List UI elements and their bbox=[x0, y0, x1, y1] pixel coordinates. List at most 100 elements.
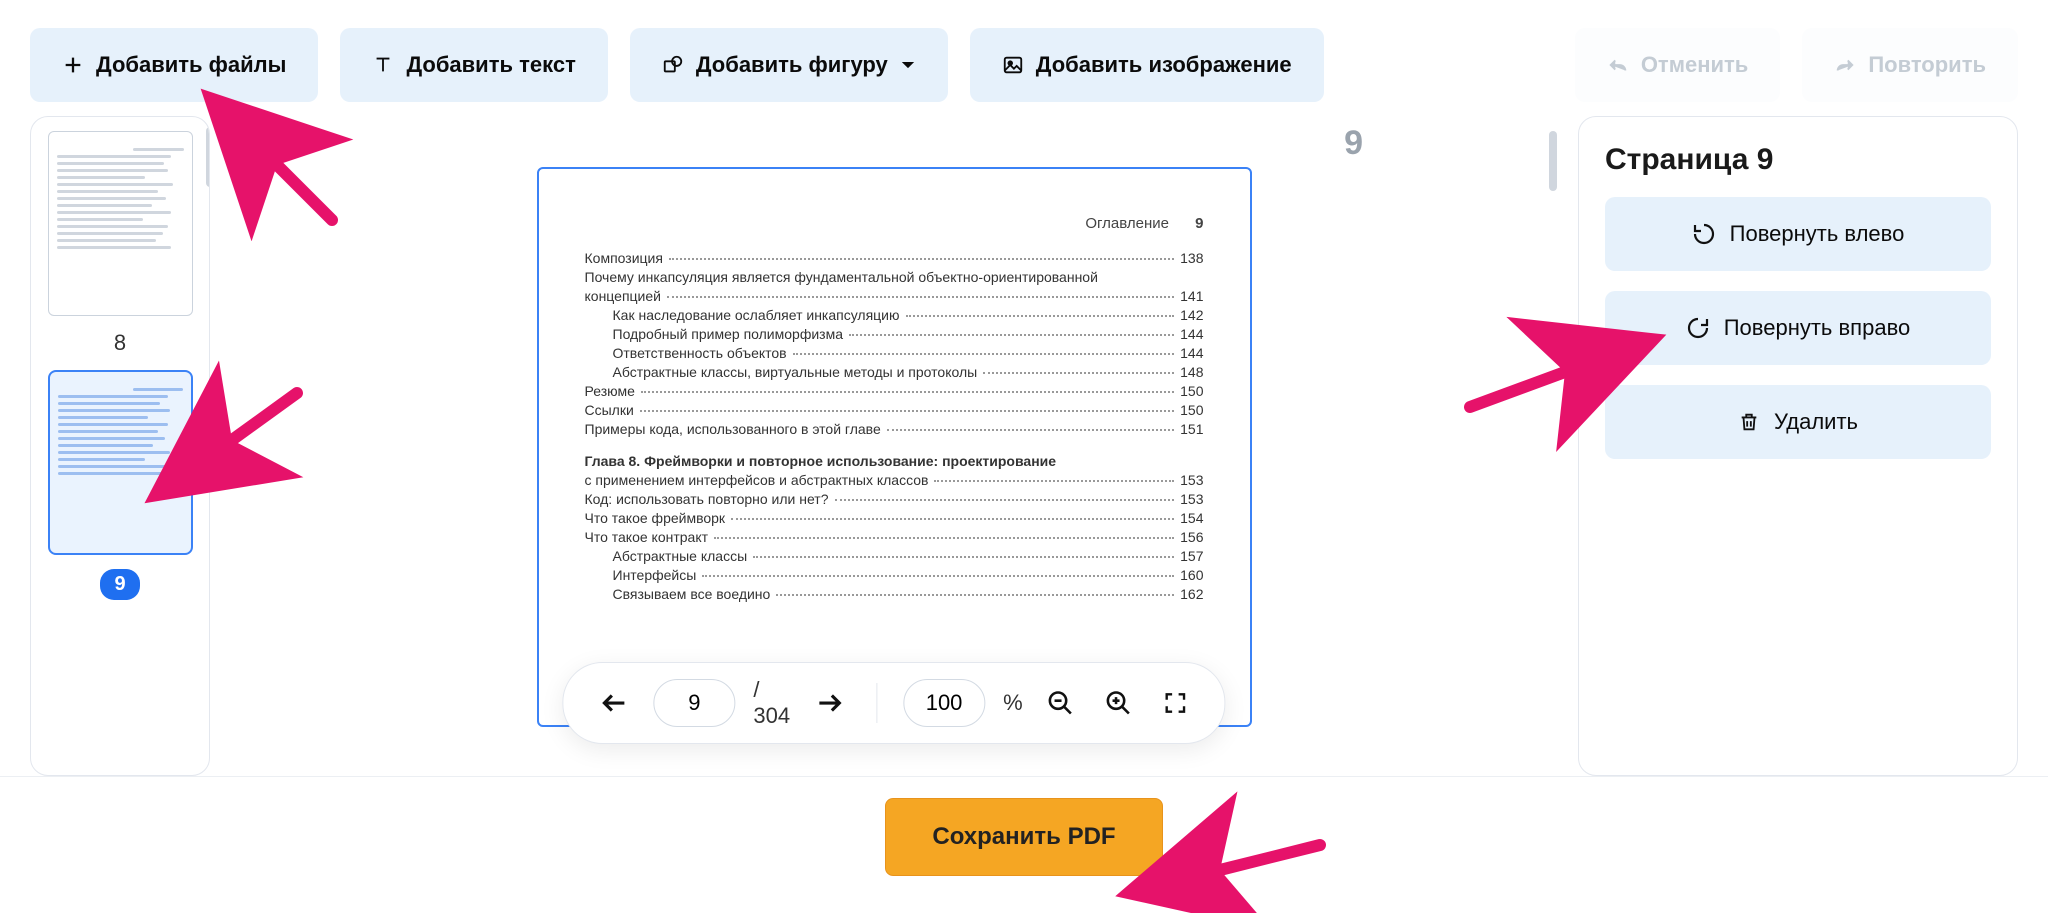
toc-row: Как наследование ослабляет инкапсуляцию1… bbox=[585, 307, 1204, 323]
zoom-out-button[interactable] bbox=[1041, 683, 1081, 723]
toc-title: Примеры кода, использованного в этой гла… bbox=[585, 421, 883, 437]
toc-row: концепцией 141 bbox=[585, 288, 1204, 304]
toc-row: Резюме 150 bbox=[585, 383, 1204, 399]
chapter-sub-row: с применением интерфейсов и абстрактных … bbox=[585, 472, 1204, 488]
thumbnails-panel: 8 9 bbox=[30, 116, 210, 776]
toc-page: 153 bbox=[1178, 491, 1203, 507]
divider bbox=[876, 683, 877, 723]
next-page-button[interactable] bbox=[808, 682, 850, 724]
toc-row: Код: использовать повторно или нет? 153 bbox=[585, 491, 1204, 507]
rotate-left-button[interactable]: Повернуть влево bbox=[1605, 197, 1991, 271]
thumbnail-9-number: 9 bbox=[100, 569, 139, 600]
rotate-right-button[interactable]: Повернуть вправо bbox=[1605, 291, 1991, 365]
save-pdf-button[interactable]: Сохранить PDF bbox=[885, 798, 1162, 876]
main: 8 9 9 Оглавление 9 Композиция 138 Почему и… bbox=[0, 116, 2048, 776]
toc-title: концепцией bbox=[585, 288, 663, 304]
add-image-button[interactable]: Добавить изображение bbox=[970, 28, 1324, 102]
page-header: Оглавление 9 bbox=[585, 215, 1204, 232]
chapter-sub: с применением интерфейсов и абстрактных … bbox=[585, 472, 931, 488]
toc-page: 150 bbox=[1178, 383, 1203, 399]
redo-button[interactable]: Повторить bbox=[1802, 28, 2018, 102]
fullscreen-button[interactable] bbox=[1157, 684, 1195, 722]
thumbnail-page-8[interactable] bbox=[48, 131, 193, 316]
toc-title: Связываем все воедино bbox=[613, 586, 773, 602]
scrollbar[interactable] bbox=[1549, 131, 1557, 191]
toc-row: Что такое фреймворк154 bbox=[585, 510, 1204, 526]
page-header-num: 9 bbox=[1195, 215, 1203, 232]
toc-title: Ссылки bbox=[585, 402, 636, 418]
page-actions-panel: Страница 9 Повернуть влево Повернуть впр… bbox=[1578, 116, 2018, 776]
page-total: / 304 bbox=[753, 677, 790, 729]
trash-icon bbox=[1738, 411, 1760, 433]
arrow-left-icon bbox=[599, 688, 629, 718]
delete-label: Удалить bbox=[1774, 409, 1858, 435]
toc-page: 148 bbox=[1178, 364, 1203, 380]
prev-page-button[interactable] bbox=[593, 682, 635, 724]
zoom-out-icon bbox=[1047, 689, 1075, 717]
zoom-in-icon bbox=[1105, 689, 1133, 717]
page-input[interactable] bbox=[653, 679, 735, 727]
fullscreen-icon bbox=[1163, 690, 1189, 716]
add-image-label: Добавить изображение bbox=[1036, 52, 1292, 78]
redo-label: Повторить bbox=[1868, 52, 1986, 78]
image-icon bbox=[1002, 54, 1024, 76]
rotate-right-icon bbox=[1686, 316, 1710, 340]
delete-button[interactable]: Удалить bbox=[1605, 385, 1991, 459]
add-shape-button[interactable]: Добавить фигуру bbox=[630, 28, 948, 102]
toc-page: 138 bbox=[1178, 250, 1203, 266]
toc-title: Ответственность объектов bbox=[613, 345, 789, 361]
toc-row: Почему инкапсуляция является фундаментал… bbox=[585, 269, 1204, 285]
thumbnail-page-9[interactable] bbox=[48, 370, 193, 555]
toc-page: 144 bbox=[1178, 326, 1203, 342]
side-title: Страница 9 bbox=[1605, 143, 1991, 177]
toc-page: 162 bbox=[1178, 586, 1203, 602]
chapter-title: Глава 8. Фреймворки и повторное использо… bbox=[585, 453, 1059, 469]
undo-button[interactable]: Отменить bbox=[1575, 28, 1781, 102]
chapter-row: Глава 8. Фреймворки и повторное использо… bbox=[585, 453, 1204, 469]
page-controls: / 304 % bbox=[562, 662, 1225, 744]
thumbnail-8-number: 8 bbox=[114, 330, 126, 356]
page-canvas[interactable]: Оглавление 9 Композиция 138 Почему инкапсу… bbox=[537, 167, 1252, 727]
plus-icon bbox=[62, 54, 84, 76]
toc-page: 157 bbox=[1178, 548, 1203, 564]
arrow-right-icon bbox=[814, 688, 844, 718]
toc-row: Что такое контракт156 bbox=[585, 529, 1204, 545]
redo-icon bbox=[1834, 54, 1856, 76]
toc-title: Интерфейсы bbox=[613, 567, 699, 583]
toc-row: Примеры кода, использованного в этой гла… bbox=[585, 421, 1204, 437]
toc-row: Связываем все воедино 162 bbox=[585, 586, 1204, 602]
thumb-preview bbox=[57, 148, 184, 309]
text-icon bbox=[372, 54, 394, 76]
toc-title: Резюме bbox=[585, 383, 637, 399]
toc-title: Что такое фреймворк bbox=[585, 510, 728, 526]
add-text-button[interactable]: Добавить текст bbox=[340, 28, 607, 102]
toc-title: Почему инкапсуляция является фундаментал… bbox=[585, 269, 1100, 285]
toc-title: Что такое контракт bbox=[585, 529, 711, 545]
toc-page: 160 bbox=[1178, 567, 1203, 583]
toc-page: 141 bbox=[1178, 288, 1203, 304]
toc-row: Подробный пример полиморфизма144 bbox=[585, 326, 1204, 342]
zoom-input[interactable] bbox=[903, 679, 985, 727]
rotate-left-label: Повернуть влево bbox=[1730, 221, 1905, 247]
toc-row: Композиция 138 bbox=[585, 250, 1204, 266]
chevron-down-icon bbox=[900, 57, 916, 73]
toc-title: Композиция bbox=[585, 250, 665, 266]
save-label: Сохранить PDF bbox=[932, 823, 1115, 850]
add-files-label: Добавить файлы bbox=[96, 52, 286, 78]
toc-block-1: Композиция 138 Почему инкапсуляция являетс… bbox=[585, 250, 1204, 437]
toc-title: Код: использовать повторно или нет? bbox=[585, 491, 831, 507]
toc-title: Абстрактные классы bbox=[613, 548, 750, 564]
toc-page: 144 bbox=[1178, 345, 1203, 361]
viewer: 9 Оглавление 9 Композиция 138 Почему инкап… bbox=[240, 116, 1548, 776]
scrollbar[interactable] bbox=[206, 127, 210, 187]
toc-page: 150 bbox=[1178, 402, 1203, 418]
add-text-label: Добавить текст bbox=[406, 52, 575, 78]
rotate-right-label: Повернуть вправо bbox=[1724, 315, 1911, 341]
toc-block-2: Код: использовать повторно или нет? 153 Чт… bbox=[585, 491, 1204, 602]
add-files-button[interactable]: Добавить файлы bbox=[30, 28, 318, 102]
toolbar: Добавить файлы Добавить текст Добавить ф… bbox=[0, 0, 2048, 116]
thumb-preview bbox=[58, 388, 183, 547]
rotate-left-icon bbox=[1692, 222, 1716, 246]
undo-label: Отменить bbox=[1641, 52, 1749, 78]
zoom-in-button[interactable] bbox=[1099, 683, 1139, 723]
